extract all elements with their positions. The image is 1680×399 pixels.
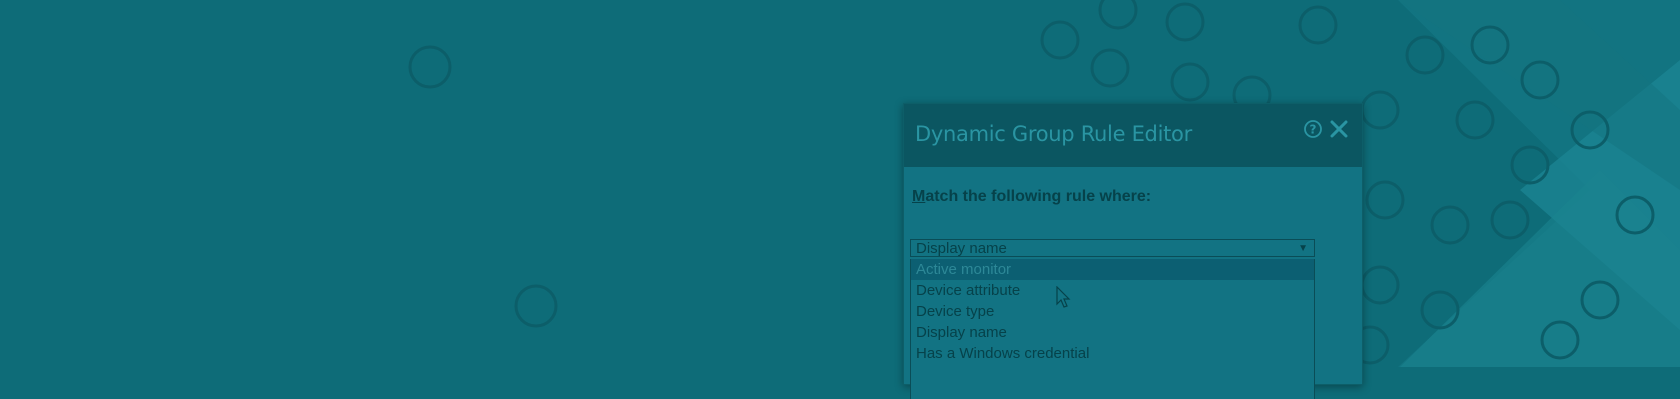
rule-label-accesskey: M xyxy=(912,188,926,205)
mouse-pointer-icon xyxy=(1056,286,1071,308)
rule-attribute-select[interactable]: Display name ▼ xyxy=(910,239,1315,257)
background-pattern xyxy=(408,0,1680,367)
selected-value: Display name xyxy=(916,240,1007,257)
option-device-type[interactable]: Device type xyxy=(911,301,1314,322)
help-icon[interactable]: ? xyxy=(1303,119,1323,139)
option-device-attribute[interactable]: Device attribute xyxy=(911,280,1314,301)
option-display-name[interactable]: Display name xyxy=(911,322,1314,343)
option-active-monitor[interactable]: Active monitor xyxy=(911,259,1314,280)
close-icon[interactable] xyxy=(1328,118,1350,140)
dropdown-option-list: Active monitor Device attribute Device t… xyxy=(910,259,1315,399)
chevron-down-icon[interactable]: ▼ xyxy=(1298,240,1308,258)
rule-label-text: atch the following rule where: xyxy=(925,188,1152,205)
option-has-windows-credential[interactable]: Has a Windows credential xyxy=(911,343,1314,364)
dialog-header: Dynamic Group Rule Editor ? xyxy=(904,104,1362,167)
dynamic-group-rule-editor-dialog: Dynamic Group Rule Editor ? Match the fo… xyxy=(903,103,1363,399)
svg-text:?: ? xyxy=(1310,123,1317,137)
dialog-title: Dynamic Group Rule Editor xyxy=(915,122,1192,146)
rule-label: Match the following rule where: xyxy=(912,188,1151,206)
